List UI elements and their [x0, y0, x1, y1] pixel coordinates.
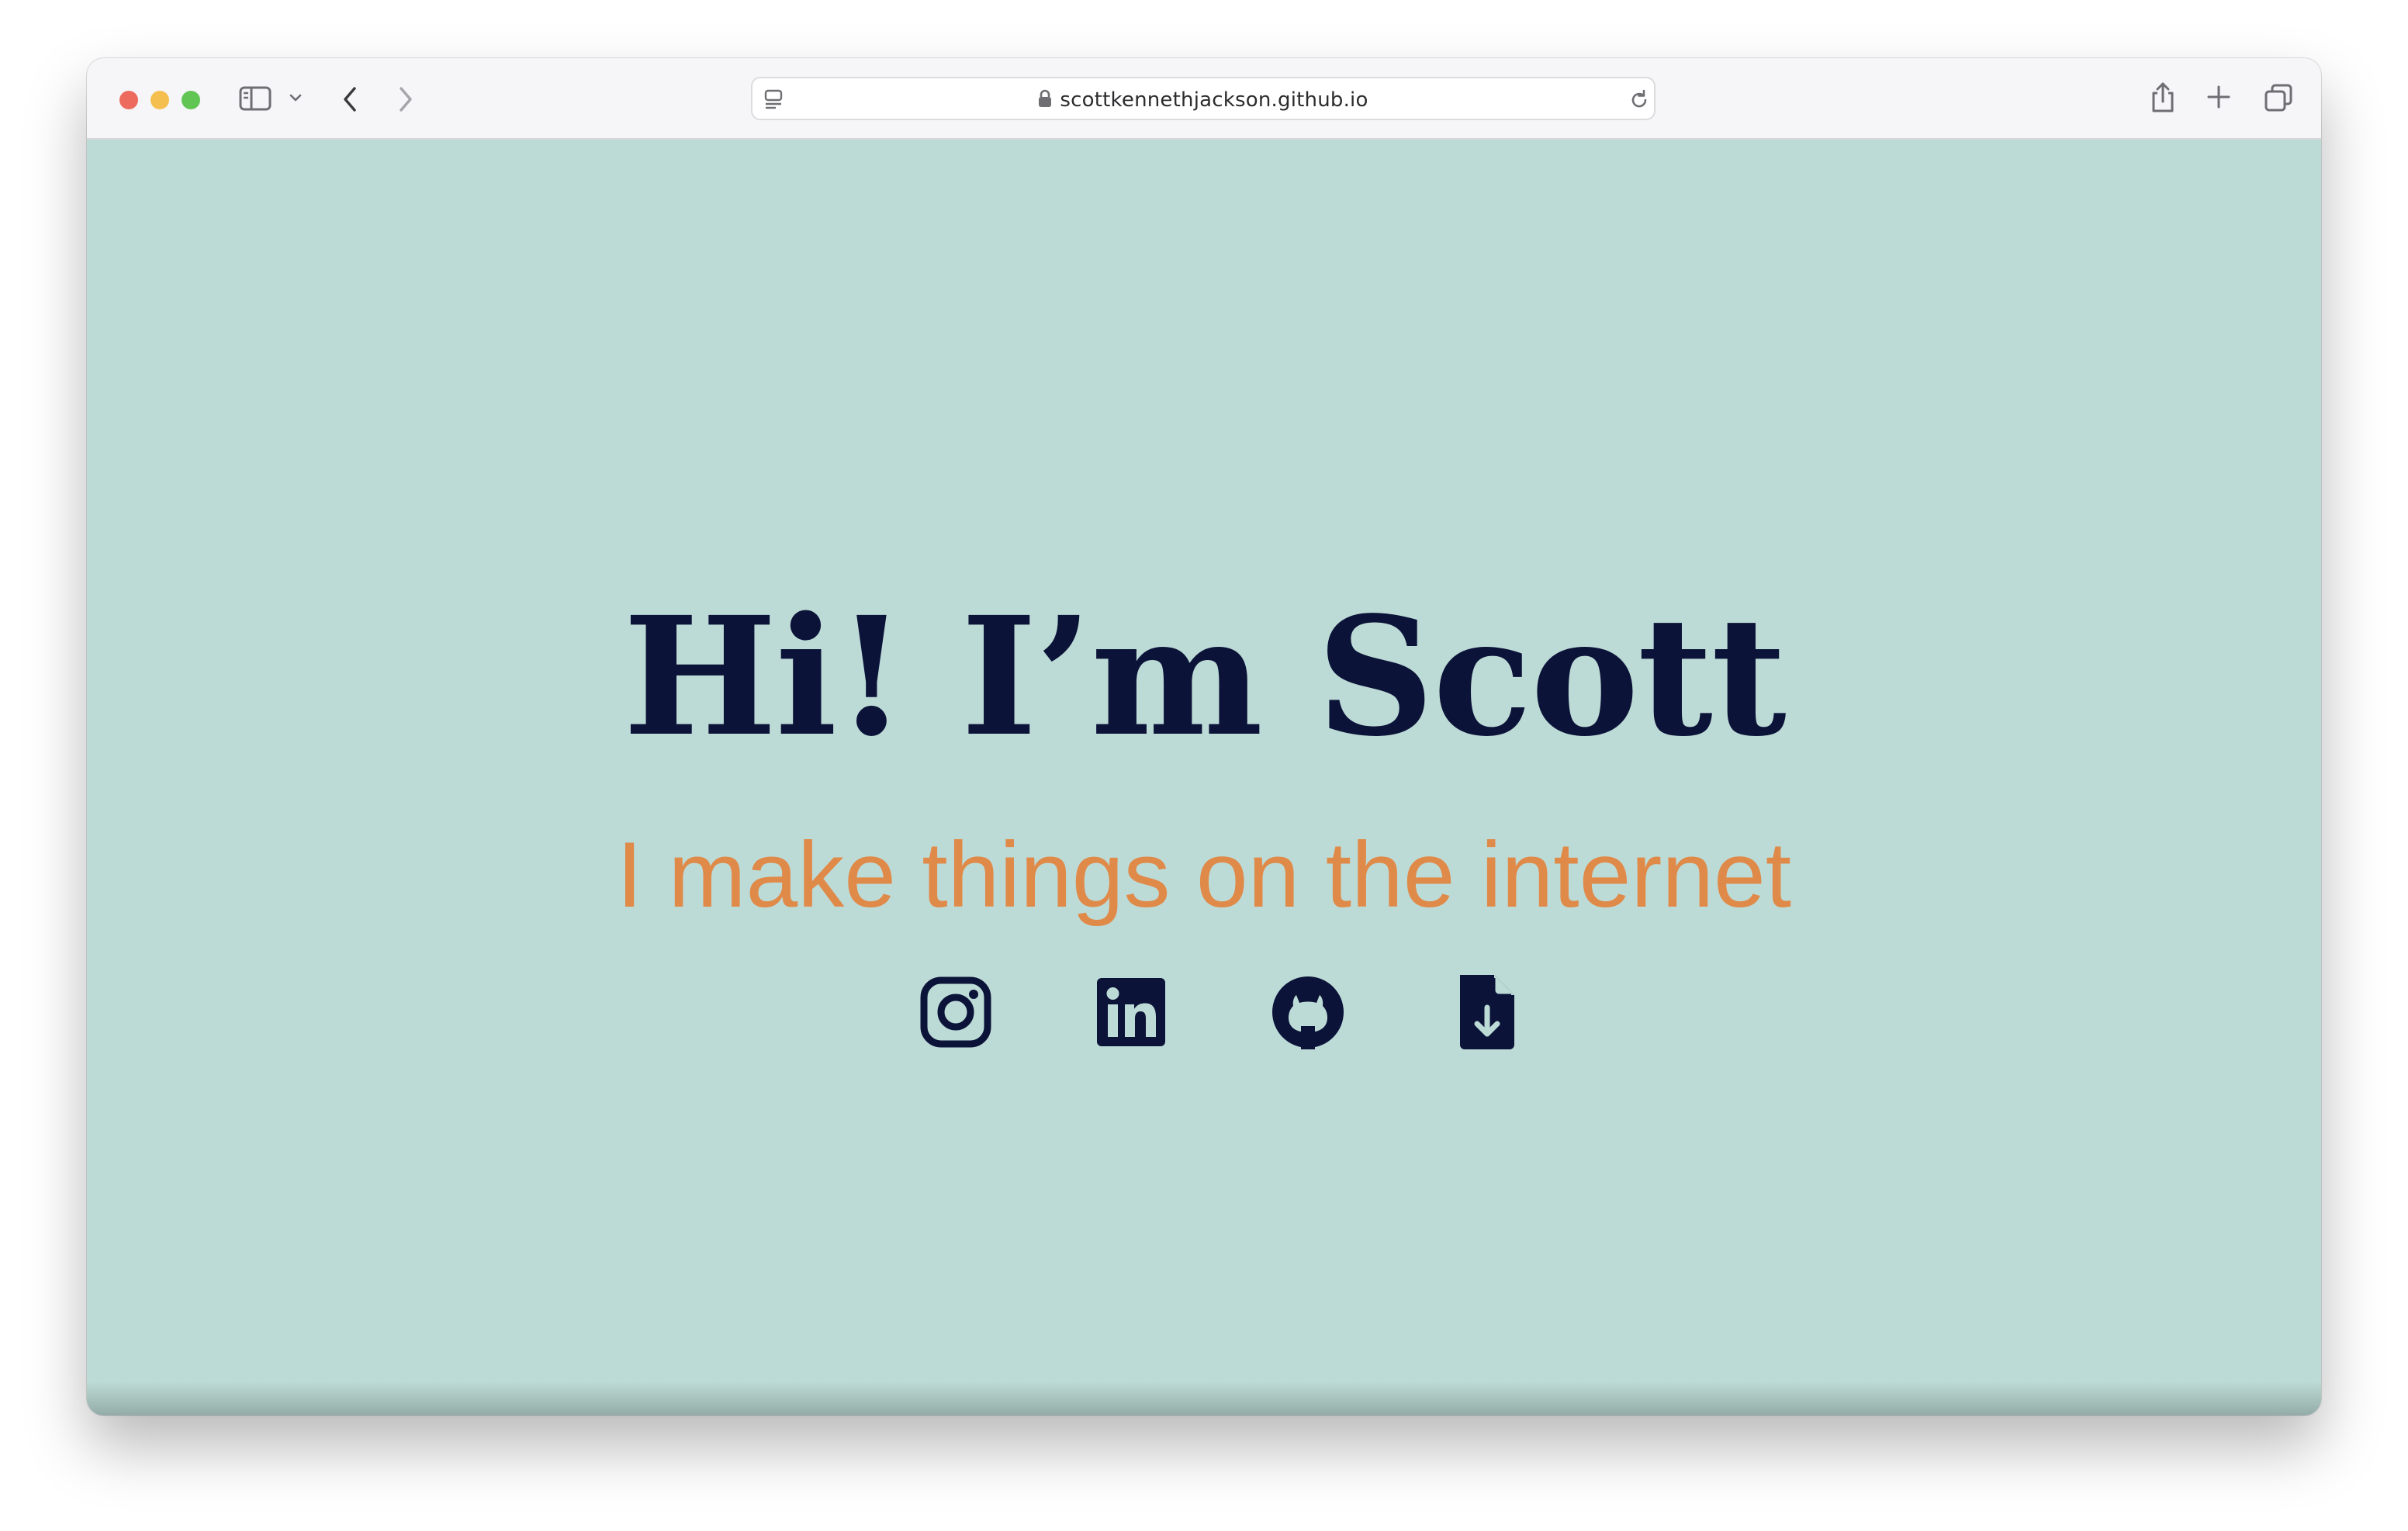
page-subtitle: I make things on the internet: [616, 823, 1792, 927]
zoom-window-button[interactable]: [182, 91, 200, 109]
linkedin-link[interactable]: [1092, 973, 1170, 1051]
page-content: Hi! I’m Scott I make things on the inter…: [87, 140, 2321, 1415]
page-title: Hi! I’m Scott: [623, 581, 1787, 772]
minimize-window-button[interactable]: [150, 91, 169, 109]
url-text: scottkennethjackson.github.io: [1060, 88, 1368, 112]
address-bar[interactable]: scottkennethjackson.github.io: [751, 77, 1656, 120]
sidebar-icon[interactable]: [239, 86, 272, 111]
linkedin-icon: [1097, 978, 1165, 1046]
url-display[interactable]: scottkennethjackson.github.io: [752, 88, 1654, 112]
browser-window: scottkennethjackson.github.io Hi! I’m Sc…: [87, 58, 2321, 1415]
instagram-icon: [920, 976, 991, 1048]
browser-toolbar: scottkennethjackson.github.io: [87, 58, 2321, 140]
page-bottom-shadow: [87, 1381, 2321, 1415]
chevron-left-icon[interactable]: [340, 85, 360, 114]
plus-icon[interactable]: [2206, 85, 2231, 109]
reload-icon[interactable]: [1628, 88, 1651, 112]
lock-icon: [1039, 89, 1052, 107]
instagram-link[interactable]: [917, 973, 995, 1051]
github-link[interactable]: [1269, 973, 1347, 1051]
close-window-button[interactable]: [119, 91, 138, 109]
resume-download-link[interactable]: [1446, 973, 1524, 1051]
tab-overview-icon[interactable]: [2264, 83, 2293, 112]
file-download-icon: [1460, 975, 1514, 1049]
github-icon: [1272, 976, 1344, 1049]
share-icon[interactable]: [2149, 81, 2177, 114]
chevron-right-icon[interactable]: [396, 85, 416, 114]
chevron-down-icon[interactable]: [289, 92, 303, 103]
